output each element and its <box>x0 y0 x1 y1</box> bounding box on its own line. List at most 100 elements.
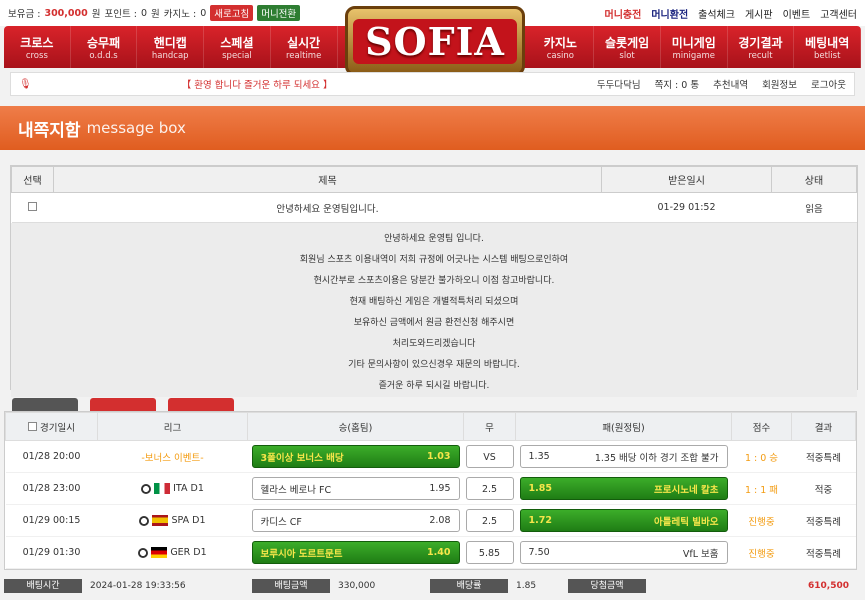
win-amount: 610,500 <box>808 581 849 591</box>
game-score: 진행중 <box>731 504 792 537</box>
select-all-button[interactable] <box>12 398 78 412</box>
bet-row: 01/28 20:00 -보너스 이벤트- 3폴이상 보너스 배당 1.03 VS 1.3… <box>5 440 856 473</box>
home-odds: 1.40 <box>427 547 451 558</box>
message-title[interactable]: 안녕하세요 운영팀입니다. <box>53 192 602 223</box>
home-team: 헬라스 베로나 FC <box>260 484 332 496</box>
nav-betlist[interactable]: 베팅내역 betlist <box>794 26 862 68</box>
home-odds-box[interactable]: 3폴이상 보너스 배당 1.03 <box>251 445 460 468</box>
site-logo[interactable]: SOFIA <box>345 6 525 76</box>
home-odds: 1.03 <box>427 451 451 462</box>
bet-time: 2024-01-28 19:33:56 <box>90 581 186 591</box>
home-odds-box[interactable]: 헬라스 베로나 FC 1.95 <box>251 477 460 500</box>
recommend-link[interactable]: 추천내역 <box>713 77 748 91</box>
league-name: ITA D1 <box>173 483 204 494</box>
win-amount-label: 당첨금액 <box>568 579 646 593</box>
draw-odds-box[interactable]: 2.5 <box>465 509 514 532</box>
soccer-ball-icon <box>141 483 152 494</box>
away-odds-box[interactable]: 1.85 프로시노네 칼초 <box>519 477 728 500</box>
league-name: -보너스 이벤트- <box>141 452 204 464</box>
balance-label: 보유금 : <box>8 9 41 20</box>
member-info-link[interactable]: 회원정보 <box>762 77 797 91</box>
nav-casino[interactable]: 카지노 casino <box>528 26 595 68</box>
point-value: 0 <box>140 7 147 19</box>
home-team: 3폴이상 보너스 배당 <box>260 452 344 464</box>
bet-result: 적중특례 <box>791 440 856 473</box>
notes-link[interactable]: 쪽지 : 0 통 <box>655 77 700 91</box>
game-score: 진행중 <box>731 536 792 569</box>
home-odds: 2.08 <box>429 515 451 526</box>
read-button[interactable] <box>168 398 234 412</box>
logout-link[interactable]: 로그아웃 <box>811 77 846 91</box>
bet-result: 적중특례 <box>791 536 856 569</box>
message-row[interactable]: 안녕하세요 운영팀입니다. 01-29 01:52 읽음 <box>11 192 857 223</box>
league-name: GER D1 <box>170 547 207 558</box>
deposit-link[interactable]: 머니충전 <box>605 6 642 21</box>
flag-icon <box>152 515 169 526</box>
col-league: 리그 <box>97 412 248 441</box>
game-datetime: 01/29 00:15 <box>5 504 98 537</box>
game-datetime: 01/29 01:30 <box>5 536 98 569</box>
flag-icon <box>154 483 171 494</box>
refresh-button[interactable]: 새로고침 <box>210 5 254 21</box>
nav-cross[interactable]: 크로스 cross <box>4 26 71 68</box>
nav-handicap[interactable]: 핸디캡 handcap <box>137 26 205 68</box>
bet-odds-label: 배당률 <box>430 579 508 593</box>
nav-realtime[interactable]: 실시간 realtime <box>271 26 338 68</box>
away-odds-box[interactable]: 1.35 1.35 배당 이하 경기 조합 불가 <box>519 445 728 468</box>
point-label: 포인트 : <box>104 9 137 20</box>
page-title: 내쪽지함 <box>18 120 81 141</box>
draw-odds-box[interactable]: 2.5 <box>465 477 514 500</box>
draw-odds-box[interactable]: VS <box>465 445 514 468</box>
away-odds: 1.35 <box>528 451 550 462</box>
message-body: 안녕하세요 운영팀 입니다. 회원님 스포츠 이용내역이 저희 규정에 어긋나는 … <box>11 223 857 397</box>
bet-row: 01/29 01:30 GER D1 보루시아 도르트문트 1.40 5.85 7.50 V… <box>5 536 856 569</box>
bet-result: 적중 <box>791 472 856 505</box>
away-odds-box[interactable]: 1.72 아틀레틱 빌바오 <box>519 509 728 532</box>
nav-minigame[interactable]: 미니게임 minigame <box>661 26 728 68</box>
bet-amount-label: 배팅금액 <box>252 579 330 593</box>
game-datetime: 01/28 23:00 <box>5 472 98 505</box>
nav-results[interactable]: 경기결과 recult <box>728 26 795 68</box>
away-odds: 1.72 <box>528 515 552 526</box>
nav-special[interactable]: 스페셜 special <box>204 26 271 68</box>
support-link[interactable]: 고객센터 <box>820 6 857 21</box>
won-label: 원 <box>91 9 101 20</box>
event-link[interactable]: 이벤트 <box>783 6 811 21</box>
home-odds-box[interactable]: 보루시아 도르트문트 1.40 <box>251 541 460 564</box>
away-odds: 1.85 <box>528 483 552 494</box>
nav-slot[interactable]: 슬롯게임 slot <box>594 26 661 68</box>
draw-odds-box[interactable]: 5.85 <box>465 541 514 564</box>
col-draw: 무 <box>463 412 516 441</box>
col-score: 점수 <box>731 412 792 441</box>
away-odds-box[interactable]: 7.50 VfL 보훔 <box>519 541 728 564</box>
away-odds: 7.50 <box>528 547 550 558</box>
message-date: 01-29 01:52 <box>601 192 772 223</box>
soccer-ball-icon <box>139 515 150 526</box>
bet-odds: 1.85 <box>516 581 537 591</box>
withdraw-link[interactable]: 머니환전 <box>651 6 688 21</box>
welcome-message: 【 환영 합니다 즐거운 하루 되세요 】 <box>181 80 333 91</box>
col-home: 승(홈팀) <box>247 412 464 441</box>
bet-row: 01/29 00:15 SPA D1 카디스 CF 2.08 2.5 1.72 아틀레틱 빌… <box>5 504 856 537</box>
message-status: 읽음 <box>771 192 857 223</box>
bet-summary: 배팅시간 2024-01-28 19:33:56 배팅금액 330,000 배당률 1… <box>4 578 857 594</box>
balance-value: 300,000 <box>44 7 88 19</box>
game-score: 1 : 1 패 <box>731 472 792 505</box>
board-link[interactable]: 게시판 <box>745 6 773 21</box>
attendance-link[interactable]: 출석체크 <box>698 6 735 21</box>
home-odds-box[interactable]: 카디스 CF 2.08 <box>251 509 460 532</box>
nav-odds[interactable]: 승무패 o.d.d.s <box>71 26 138 68</box>
bet-slip: 경기일시 리그 승(홈팀) 무 패(원정팀) 점수 결과 01/28 20:00… <box>4 411 857 570</box>
soccer-ball-icon <box>138 547 149 558</box>
message-checkbox[interactable] <box>28 201 37 211</box>
page-header: 내쪽지함 message box <box>0 106 865 150</box>
delete-button[interactable] <box>90 398 156 412</box>
away-team: 프로시노네 칼초 <box>654 484 719 496</box>
flag-icon <box>151 547 168 558</box>
game-score: 1 : 0 승 <box>731 440 792 473</box>
point-unit: 원 <box>150 9 160 20</box>
money-convert-button[interactable]: 머니전환 <box>257 5 301 21</box>
away-team: 아틀레틱 빌바오 <box>654 516 719 528</box>
col-title: 제목 <box>53 166 602 193</box>
info-bar: 🎙 【 환영 합니다 즐거운 하루 되세요 】 두두다닥님 쪽지 : 0 통 추… <box>10 72 855 96</box>
